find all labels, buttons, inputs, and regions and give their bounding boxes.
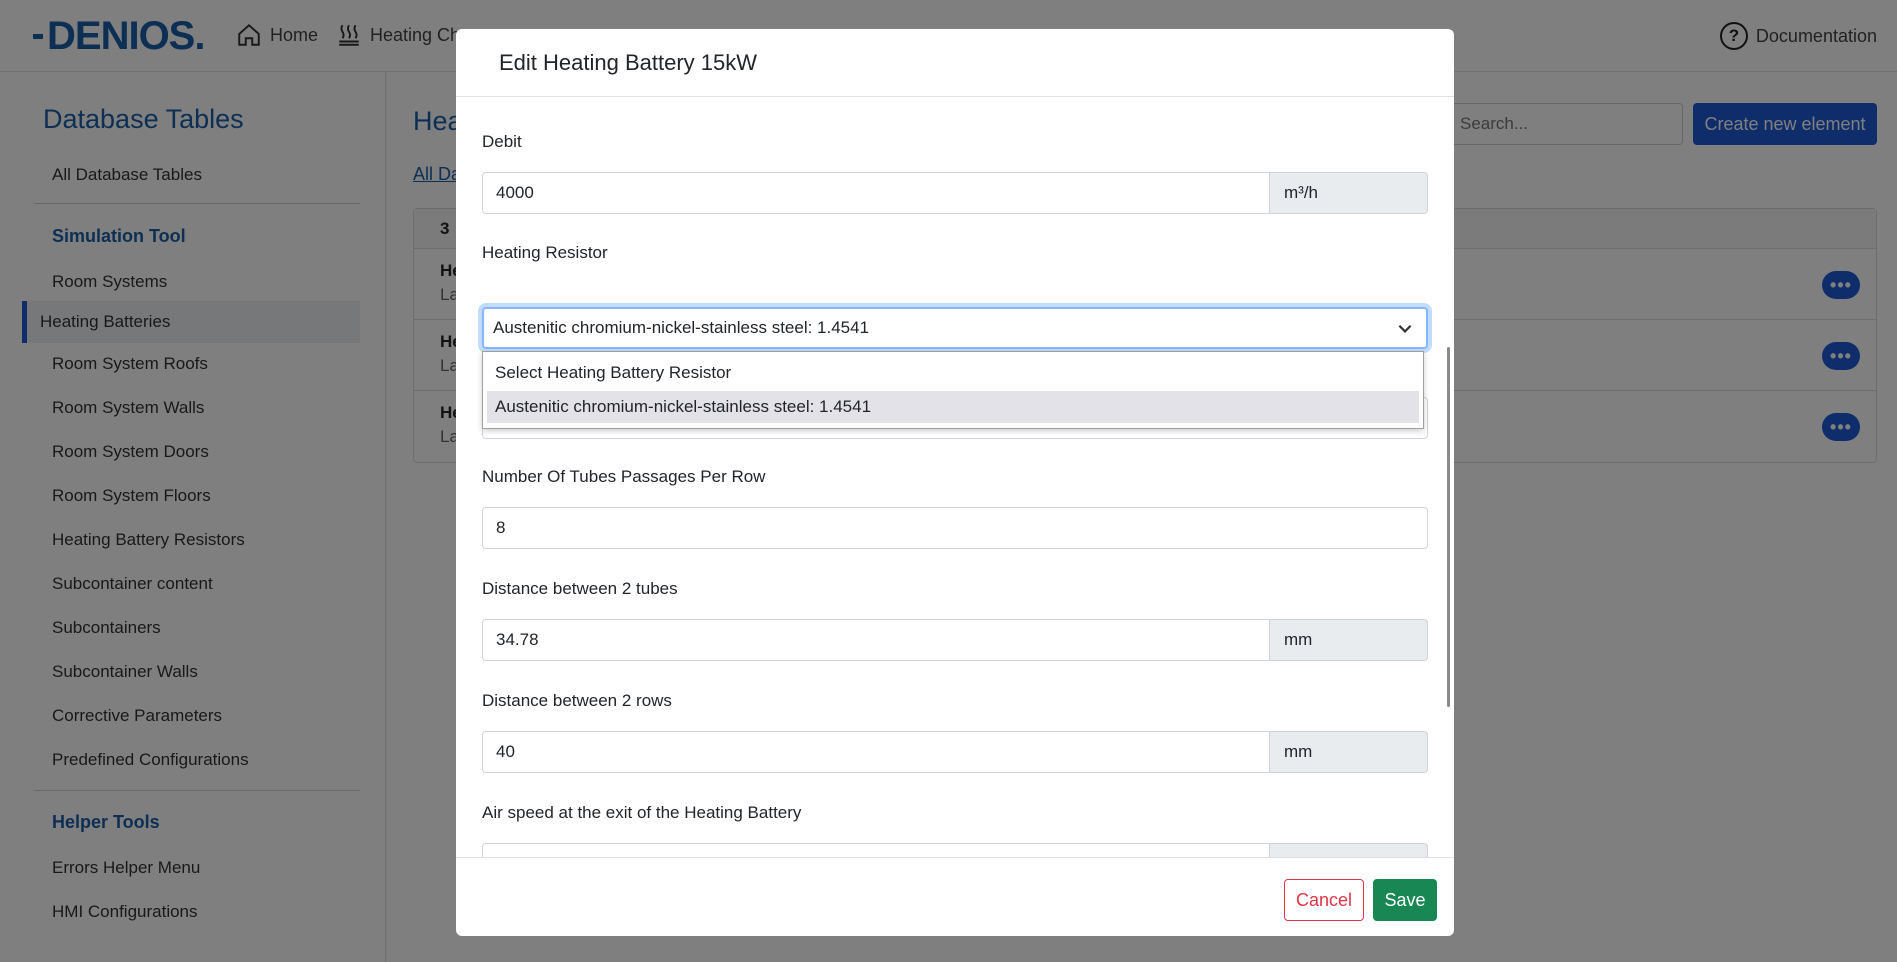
distance-rows-field: Distance between 2 rows 40 mm xyxy=(482,691,1428,773)
heating-resistor-selected: Austenitic chromium-nickel-stainless ste… xyxy=(493,318,870,337)
dropdown-option-placeholder[interactable]: Select Heating Battery Resistor xyxy=(487,357,1419,389)
debit-field: Debit 4000 m³/h xyxy=(482,132,1428,214)
save-button[interactable]: Save xyxy=(1373,879,1437,921)
heating-resistor-dropdown: Select Heating Battery Resistor Austenit… xyxy=(482,351,1424,429)
modal-title: Edit Heating Battery 15kW xyxy=(456,29,1454,97)
debit-input[interactable]: 4000 xyxy=(482,172,1270,214)
distance-rows-input[interactable]: 40 xyxy=(482,731,1270,773)
tubes-passages-field: Number Of Tubes Passages Per Row 8 xyxy=(482,467,1428,549)
debit-label: Debit xyxy=(482,132,522,151)
heating-resistor-select[interactable]: Austenitic chromium-nickel-stainless ste… xyxy=(482,307,1428,349)
tubes-passages-label: Number Of Tubes Passages Per Row xyxy=(482,467,766,486)
air-speed-input[interactable]: 4.9 xyxy=(482,843,1270,857)
debit-unit: m³/h xyxy=(1270,172,1428,214)
distance-tubes-field: Distance between 2 tubes 34.78 mm xyxy=(482,579,1428,661)
air-speed-field: Air speed at the exit of the Heating Bat… xyxy=(482,803,1428,857)
distance-tubes-label: Distance between 2 tubes xyxy=(482,579,678,598)
distance-rows-unit: mm xyxy=(1270,731,1428,773)
distance-tubes-unit: mm xyxy=(1270,619,1428,661)
modal-body: Debit 4000 m³/h Heating Resistor 6 Numbe… xyxy=(456,97,1454,857)
air-speed-unit: m/s xyxy=(1270,843,1428,857)
heating-resistor-field: Heating Resistor xyxy=(482,243,1428,267)
heating-resistor-label: Heating Resistor xyxy=(482,243,608,262)
dropdown-option-selected[interactable]: Austenitic chromium-nickel-stainless ste… xyxy=(487,391,1419,423)
air-speed-label: Air speed at the exit of the Heating Bat… xyxy=(482,803,802,822)
distance-tubes-input[interactable]: 34.78 xyxy=(482,619,1270,661)
modal-scrollbar[interactable] xyxy=(1447,347,1450,707)
edit-modal: Edit Heating Battery 15kW Debit 4000 m³/… xyxy=(456,29,1454,936)
cancel-button[interactable]: Cancel xyxy=(1284,879,1364,921)
tubes-passages-input[interactable]: 8 xyxy=(482,507,1428,549)
chevron-down-icon xyxy=(1398,324,1412,333)
distance-rows-label: Distance between 2 rows xyxy=(482,691,672,710)
